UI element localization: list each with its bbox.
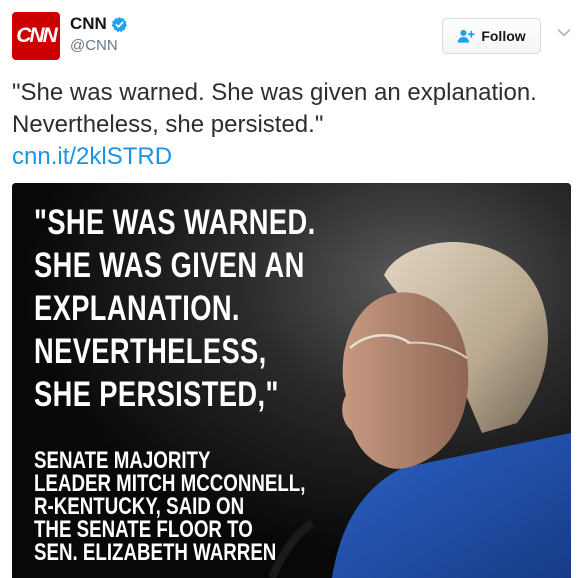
- account-handle[interactable]: @CNN: [70, 37, 128, 54]
- chevron-down-icon[interactable]: [557, 28, 571, 38]
- quote-line: EXPLANATION.: [34, 289, 240, 328]
- avatar-logo: CNN: [16, 24, 57, 47]
- avatar[interactable]: CNN: [12, 12, 60, 60]
- tweet-media-image[interactable]: "SHE WAS WARNED. SHE WAS GIVEN AN EXPLAN…: [12, 183, 571, 578]
- account-names[interactable]: CNN @CNN: [70, 14, 128, 54]
- tweet-link[interactable]: cnn.it/2klSTRD: [12, 141, 172, 173]
- tweet-text: "She was warned. She was given an explan…: [12, 79, 537, 138]
- display-name-row[interactable]: CNN: [70, 14, 128, 34]
- quote-line: SHE WAS GIVEN AN: [34, 246, 305, 285]
- quote-line: SHE PERSISTED,": [34, 375, 279, 414]
- follow-label: Follow: [481, 28, 526, 44]
- attribution-overlay: SENATE MAJORITY LEADER MITCH MCCONNELL, …: [34, 447, 306, 566]
- tweet-header: CNN CNN @CNN Follow: [12, 12, 571, 62]
- quote-line: "SHE WAS WARNED.: [34, 203, 316, 242]
- person-plus-icon: [458, 29, 476, 43]
- follow-button[interactable]: Follow: [442, 18, 541, 54]
- display-name[interactable]: CNN: [70, 14, 107, 34]
- quote-line: NEVERTHELESS,: [34, 332, 267, 371]
- verified-badge-icon: [111, 16, 127, 32]
- quote-overlay: "SHE WAS WARNED. SHE WAS GIVEN AN EXPLAN…: [34, 201, 316, 416]
